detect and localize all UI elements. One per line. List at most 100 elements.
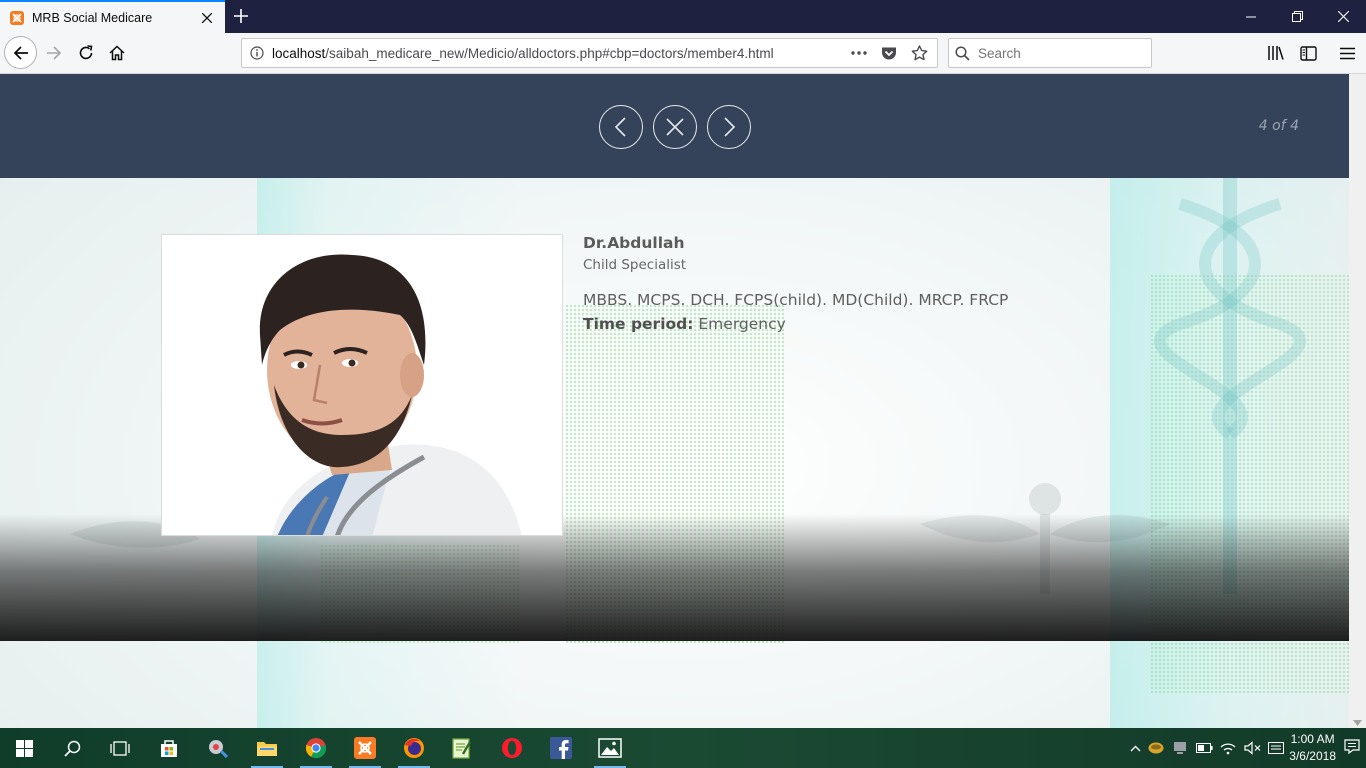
hamburger-menu-icon [1339,47,1355,59]
home-button[interactable] [101,37,133,69]
doctor-time-period: Time period: Emergency [583,315,1008,333]
doctor-info: Dr.Abdullah Child Specialist MBBS. MCPS.… [583,234,1008,333]
scroll-down-icon [1353,720,1362,726]
plus-icon [234,9,248,23]
time-period-label: Time period: [583,315,694,333]
network-device-icon[interactable] [1168,741,1192,755]
minimize-icon [1246,16,1256,17]
folder-icon [257,742,277,756]
photos-button[interactable] [590,732,630,768]
url-text[interactable]: localhost/saibah_medicare_new/Medicio/al… [272,46,845,61]
vertical-scrollbar[interactable] [1349,74,1366,728]
next-button[interactable] [707,105,751,149]
task-view-button[interactable] [100,732,140,764]
file-explorer-button[interactable] [247,732,287,768]
notepad-plus-button[interactable] [442,732,482,764]
media-icon [209,740,229,758]
chrome-icon [305,738,327,759]
close-lightbox-button[interactable] [653,105,697,149]
taskbar-search-button[interactable] [52,732,92,764]
time-period-value: Emergency [698,315,786,333]
wifi-icon[interactable] [1216,741,1240,755]
search-bar[interactable] [948,38,1152,68]
window-controls [1228,0,1366,33]
doctor-name: Dr.Abdullah [583,234,685,252]
browser-tab-strip: MRB Social Medicare [0,0,1366,33]
firefox-icon [404,738,424,758]
forward-button[interactable] [38,37,70,69]
lightbox-navigation-bar: 4 of 4 [0,74,1349,178]
sidebar-icon [1299,45,1317,61]
media-app-button[interactable] [198,732,238,764]
xampp-favicon-icon [10,10,24,25]
back-button[interactable] [4,36,37,69]
tab-close-icon[interactable] [195,6,219,30]
tray-app-icon[interactable] [1144,742,1168,754]
doctor-portrait-image [162,235,562,535]
facebook-button[interactable] [541,732,581,764]
task-view-icon [110,740,130,756]
library-button[interactable] [1261,38,1291,68]
taskbar-clock[interactable]: 1:00 AM 3/6/2018 [1289,731,1336,765]
home-icon [109,45,125,61]
xampp-button[interactable] [345,732,385,768]
arrow-right-icon [47,46,62,60]
firefox-button[interactable] [394,732,434,768]
bookmark-star-icon[interactable] [905,39,933,67]
keyboard-icon[interactable] [1264,742,1288,754]
chevron-up-icon [1130,745,1140,751]
menu-button[interactable] [1332,38,1362,68]
navigation-toolbar: localhost/saibah_medicare_new/Medicio/al… [0,33,1366,74]
facebook-icon [550,737,572,759]
action-center-button[interactable] [1344,739,1360,759]
xampp-icon [354,737,376,759]
search-icon [955,45,970,61]
clock-time: 1:00 AM [1290,732,1335,746]
url-host: localhost [272,45,326,61]
search-icon [63,740,80,757]
web-page: 4 of 4 Dr.Abdullah Child Specialist MBBS… [0,74,1366,728]
search-input[interactable] [978,45,1138,61]
windows-taskbar: 1:00 AM 3/6/2018 [0,728,1366,768]
page-actions-icon[interactable] [845,39,873,67]
doctor-photo [161,234,563,536]
reload-icon [79,45,93,60]
notepad-plus-icon [452,738,472,759]
url-bar[interactable]: localhost/saibah_medicare_new/Medicio/al… [241,38,938,68]
photos-icon [598,738,622,758]
chevron-right-icon [724,117,736,137]
restore-icon [1291,11,1303,22]
pocket-icon[interactable] [875,39,903,67]
lightbox-counter: 4 of 4 [1258,118,1299,134]
opera-icon [502,738,522,758]
notification-icon [1344,739,1360,755]
previous-button[interactable] [599,105,643,149]
system-tray [1126,728,1288,768]
library-icon [1268,46,1284,60]
battery-icon[interactable] [1192,743,1216,753]
store-button[interactable] [149,732,189,764]
opera-button[interactable] [492,732,532,764]
volume-muted-icon[interactable] [1240,741,1264,755]
windows-logo-icon [15,739,33,757]
minimize-button[interactable] [1228,0,1274,33]
restore-button[interactable] [1274,0,1320,33]
doctor-qualifications: MBBS. MCPS. DCH. FCPS(child). MD(Child).… [583,291,1009,309]
sidebar-toggle-button[interactable] [1293,38,1323,68]
reload-button[interactable] [70,37,102,69]
close-icon [666,118,684,136]
tab-title: MRB Social Medicare [32,10,153,25]
close-icon [1337,11,1349,22]
arrow-left-icon [13,45,28,60]
close-window-button[interactable] [1320,0,1366,33]
show-hidden-icons-button[interactable] [1126,745,1144,752]
browser-tab[interactable]: MRB Social Medicare [0,0,225,33]
chrome-button[interactable] [296,732,336,768]
url-path: /saibah_medicare_new/Medicio/alldoctors.… [325,45,774,61]
store-icon [161,740,177,757]
site-info-icon[interactable] [242,46,272,60]
new-tab-button[interactable] [229,4,253,28]
doctor-specialty: Child Specialist [583,257,687,273]
clock-date: 3/6/2018 [1289,749,1336,763]
start-button[interactable] [4,732,44,764]
